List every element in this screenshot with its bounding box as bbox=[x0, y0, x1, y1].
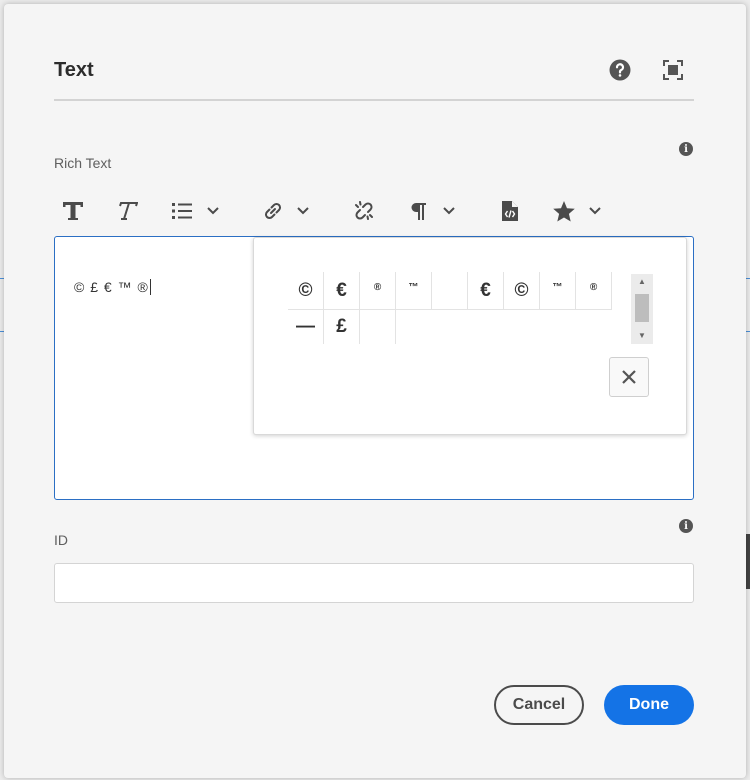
paragraph-icon[interactable] bbox=[407, 196, 429, 226]
special-characters-grid: © € ® ™ € © ™ ® — £ bbox=[288, 272, 612, 344]
unlink-icon[interactable] bbox=[351, 196, 377, 226]
char-cell[interactable]: € bbox=[324, 272, 360, 310]
link-icon[interactable] bbox=[260, 196, 286, 226]
char-row: © € ® ™ € © ™ ® bbox=[288, 272, 612, 310]
special-characters-popover: © € ® ™ € © ™ ® — £ ▲ ▼ bbox=[253, 237, 687, 435]
info-icon[interactable]: i bbox=[679, 142, 693, 156]
close-icon bbox=[622, 370, 636, 384]
id-label: ID bbox=[54, 532, 68, 548]
scroll-down-arrow[interactable]: ▼ bbox=[631, 328, 653, 342]
fullscreen-icon[interactable] bbox=[659, 56, 687, 84]
source-edit-icon[interactable] bbox=[498, 196, 522, 226]
italic-icon[interactable] bbox=[114, 196, 140, 226]
header-divider bbox=[54, 99, 694, 101]
scroll-up-arrow[interactable]: ▲ bbox=[631, 274, 653, 288]
cancel-button[interactable]: Cancel bbox=[494, 685, 584, 725]
scroll-thumb[interactable] bbox=[635, 294, 649, 322]
text-dialog: Text Rich Text i © £ € ™ ® © € ® ™ € © ™… bbox=[4, 4, 746, 778]
id-input[interactable] bbox=[54, 563, 694, 603]
bold-icon[interactable] bbox=[60, 196, 86, 226]
done-button[interactable]: Done bbox=[604, 685, 694, 725]
editor-content[interactable]: © £ € ™ ® bbox=[74, 279, 151, 295]
char-cell[interactable]: © bbox=[288, 272, 324, 310]
char-grid-scrollbar[interactable]: ▲ ▼ bbox=[631, 274, 653, 344]
char-cell[interactable]: € bbox=[468, 272, 504, 310]
help-circle-icon[interactable] bbox=[606, 56, 634, 84]
char-cell[interactable]: — bbox=[288, 310, 324, 344]
star-icon[interactable] bbox=[551, 196, 577, 226]
char-cell[interactable]: ® bbox=[360, 272, 396, 310]
star-chevron-down-icon[interactable] bbox=[586, 196, 604, 226]
char-cell[interactable]: © bbox=[504, 272, 540, 310]
link-chevron-down-icon[interactable] bbox=[294, 196, 312, 226]
char-cell[interactable] bbox=[432, 272, 468, 310]
paragraph-chevron-down-icon[interactable] bbox=[440, 196, 458, 226]
rich-text-label: Rich Text bbox=[54, 155, 112, 171]
close-popover-button[interactable] bbox=[609, 357, 649, 397]
char-row: — £ bbox=[288, 310, 612, 344]
dialog-title: Text bbox=[54, 59, 94, 81]
char-cell[interactable]: ® bbox=[576, 272, 612, 310]
list-icon[interactable] bbox=[170, 196, 194, 226]
char-cell[interactable] bbox=[360, 310, 396, 344]
char-cell[interactable]: ™ bbox=[396, 272, 432, 310]
char-cell[interactable]: ™ bbox=[540, 272, 576, 310]
info-icon[interactable]: i bbox=[679, 519, 693, 533]
char-cell[interactable]: £ bbox=[324, 310, 360, 344]
list-chevron-down-icon[interactable] bbox=[204, 196, 222, 226]
editor-value: © £ € ™ ® bbox=[74, 279, 149, 295]
text-caret bbox=[149, 279, 151, 295]
